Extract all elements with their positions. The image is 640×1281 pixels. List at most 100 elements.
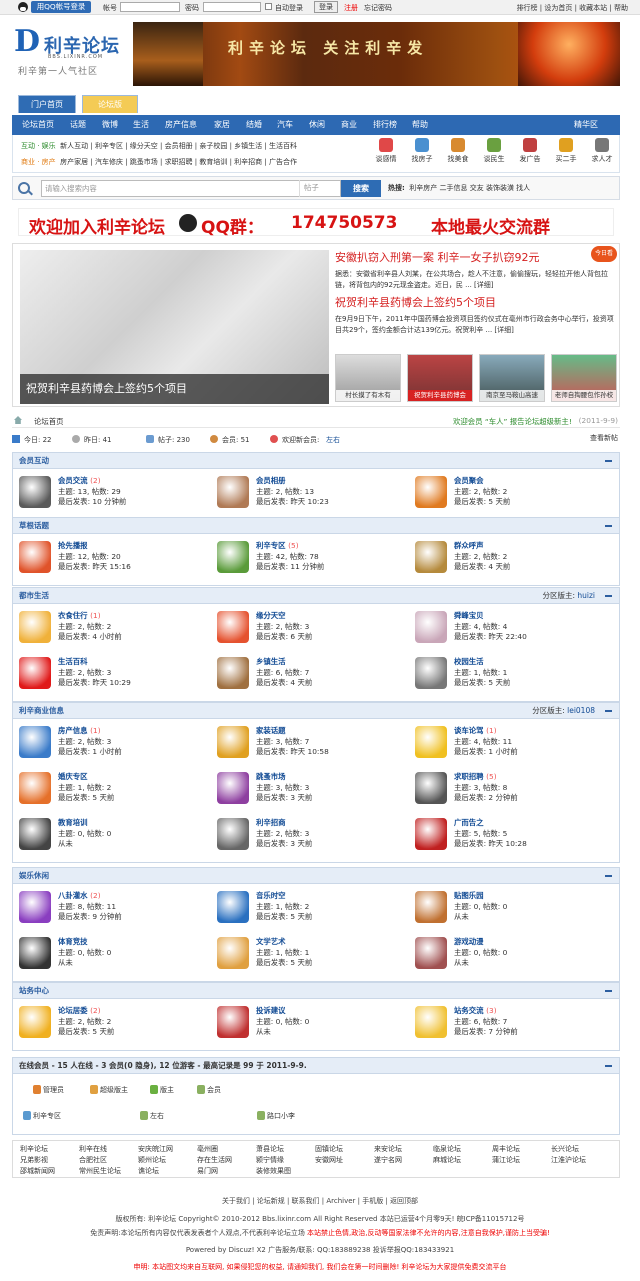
forum-last-post[interactable]: 最后发表: 10 分钟前: [58, 496, 126, 507]
forum-icon[interactable]: [217, 937, 249, 969]
forum-last-post[interactable]: 最后发表: 5 天前: [58, 792, 114, 803]
friend-link[interactable]: 麻城论坛: [433, 1155, 461, 1165]
forum-last-post[interactable]: 最后发表: 5 天前: [454, 496, 510, 507]
forum-name[interactable]: 贴图乐园: [454, 891, 484, 900]
quick-icon-item[interactable]: 发广告: [513, 138, 547, 164]
forum-icon[interactable]: [415, 891, 447, 923]
forum-icon[interactable]: [415, 657, 447, 689]
forum-item[interactable]: 八卦灌水 (2) 主题: 8, 帖数: 11 最后发表: 9 分钟前: [19, 889, 209, 929]
forum-name[interactable]: 谈车论驾: [454, 726, 484, 735]
friend-link[interactable]: 萧县论坛: [256, 1144, 284, 1154]
friend-link[interactable]: 颍州论坛: [138, 1155, 166, 1165]
forum-name[interactable]: 站务交流: [454, 1006, 484, 1015]
nav-item[interactable]: 家居: [214, 115, 230, 135]
friend-link[interactable]: 邵城新闻网: [20, 1166, 55, 1176]
nav-item[interactable]: 论坛首页: [22, 115, 54, 135]
friend-link[interactable]: 安庆皖江网: [138, 1144, 173, 1154]
forum-item[interactable]: 音乐时空 主题: 1, 帖数: 2 最后发表: 5 天前: [217, 889, 407, 929]
forum-name[interactable]: 抢先播报: [58, 541, 88, 550]
forum-last-post[interactable]: 最后发表: 昨天 10:58: [256, 746, 329, 757]
top-links[interactable]: 排行榜 | 设为首页 | 收藏本站 | 帮助: [517, 3, 628, 13]
forum-name[interactable]: 广而告之: [454, 818, 484, 827]
forum-item[interactable]: 文学艺术 主题: 1, 帖数: 1 最后发表: 5 天前: [217, 935, 407, 975]
slider-photo[interactable]: 祝贺利辛县药博会上签约5个项目: [20, 250, 329, 404]
nav-item[interactable]: 微博: [102, 115, 118, 135]
forum-icon[interactable]: [19, 772, 51, 804]
nav-item[interactable]: 帮助: [412, 115, 428, 135]
friend-link[interactable]: 遂宁名网: [374, 1155, 402, 1165]
forum-icon[interactable]: [415, 476, 447, 508]
forum-icon[interactable]: [217, 611, 249, 643]
site-logo[interactable]: D 利辛论坛 BBS.LIXINR.COM 利辛第一人气社区: [14, 26, 126, 78]
forum-icon[interactable]: [415, 611, 447, 643]
section-mod-name[interactable]: lei0108: [567, 706, 595, 715]
forum-last-post[interactable]: 最后发表: 5 天前: [256, 957, 312, 968]
forum-last-post[interactable]: 最后发表: 11 分钟前: [256, 561, 324, 572]
qq-group-banner[interactable]: 欢迎加入利辛论坛 QQ群： 174750573 本地最火交流群: [18, 208, 614, 238]
forum-last-post[interactable]: 最后发表: 1 小时前: [454, 746, 518, 757]
forum-item[interactable]: 衣食住行 (1) 主题: 2, 帖数: 2 最后发表: 4 小时前: [19, 609, 209, 649]
section-mod-name[interactable]: huizi: [577, 591, 595, 600]
collapse-icon[interactable]: [605, 990, 612, 992]
forum-last-post[interactable]: 最后发表: 5 天前: [58, 1026, 114, 1037]
friend-link[interactable]: 临泉论坛: [433, 1144, 461, 1154]
forum-last-post[interactable]: 最后发表: 5 天前: [256, 911, 312, 922]
friend-link[interactable]: 兄弟影视: [20, 1155, 48, 1165]
forum-item[interactable]: 缘分天空 主题: 2, 帖数: 3 最后发表: 6 天前: [217, 609, 407, 649]
forum-last-post[interactable]: 最后发表: 3 天前: [256, 792, 312, 803]
slider-thumb[interactable]: 村长摸了有木有: [335, 354, 401, 402]
forum-item[interactable]: 抢先播报 主题: 12, 帖数: 20 最后发表: 昨天 15:16: [19, 539, 209, 579]
forum-last-post[interactable]: 最后发表: 6 天前: [256, 631, 312, 642]
forum-icon[interactable]: [217, 476, 249, 508]
forum-item[interactable]: 谈车论驾 (1) 主题: 4, 帖数: 11 最后发表: 1 小时前: [415, 724, 605, 764]
forum-last-post[interactable]: 最后发表: 5 天前: [454, 677, 510, 688]
slider-thumb[interactable]: 南京至马鞍山高速: [479, 354, 545, 402]
forum-icon[interactable]: [217, 726, 249, 758]
forum-name[interactable]: 会员聚会: [454, 476, 484, 485]
quick-icon-item[interactable]: 谈感情: [369, 138, 403, 164]
search-button[interactable]: 搜索: [341, 180, 381, 197]
headline-1[interactable]: 安徽扒窃入刑第一案 利辛一女子扒窃92元: [335, 250, 617, 266]
forum-icon[interactable]: [19, 937, 51, 969]
forum-icon[interactable]: [415, 937, 447, 969]
collapse-icon[interactable]: [605, 1065, 612, 1067]
nav-item[interactable]: 商业: [341, 115, 357, 135]
forum-icon[interactable]: [217, 772, 249, 804]
forum-name[interactable]: 舜峰宝贝: [454, 611, 484, 620]
friend-link[interactable]: 装修效果图: [256, 1166, 291, 1176]
section-title[interactable]: 娱乐休闲: [19, 871, 49, 880]
forum-last-post[interactable]: 最后发表: 2 分钟前: [454, 792, 518, 803]
forum-name[interactable]: 衣食住行: [58, 611, 88, 620]
forum-last-post[interactable]: 最后发表: 昨天 10:29: [58, 677, 131, 688]
view-new-posts-link[interactable]: 查看新帖: [590, 433, 618, 443]
forum-item[interactable]: 会员聚会 主题: 2, 帖数: 2 最后发表: 5 天前: [415, 474, 605, 514]
forum-last-post[interactable]: 从未: [58, 957, 73, 968]
forum-name[interactable]: 教育培训: [58, 818, 88, 827]
forum-item[interactable]: 贴图乐园 主题: 0, 帖数: 0 从未: [415, 889, 605, 929]
section-title[interactable]: 会员互动: [19, 456, 49, 465]
forum-last-post[interactable]: 最后发表: 7 分钟前: [454, 1026, 518, 1037]
forum-icon[interactable]: [415, 541, 447, 573]
forum-last-post[interactable]: 最后发表: 昨天 22:40: [454, 631, 527, 642]
nav-item[interactable]: 休闲: [309, 115, 325, 135]
forum-item[interactable]: 游戏动漫 主题: 0, 帖数: 0 从未: [415, 935, 605, 975]
forum-last-post[interactable]: 最后发表: 昨天 10:28: [454, 838, 527, 849]
forum-name[interactable]: 投诉建议: [256, 1006, 286, 1015]
collapse-icon[interactable]: [605, 595, 612, 597]
forgot-password-link[interactable]: 忘记密码: [364, 3, 392, 13]
forum-icon[interactable]: [217, 1006, 249, 1038]
nav-item[interactable]: 排行榜: [373, 115, 397, 135]
friend-link[interactable]: 颍宁情缘: [256, 1155, 284, 1165]
hot-search-links[interactable]: 利辛房产 二手信息 交友 装饰装潢 找人: [409, 184, 530, 192]
quick-icon-item[interactable]: 求人才: [585, 138, 619, 164]
quick-icon-item[interactable]: 买二手: [549, 138, 583, 164]
footer-links[interactable]: 关于我们 | 论坛新规 | 联系我们 | Archiver | 手机版 | 返回…: [0, 1196, 640, 1206]
auto-login-checkbox[interactable]: [265, 3, 272, 10]
forum-last-post[interactable]: 最后发表: 4 小时前: [58, 631, 122, 642]
forum-item[interactable]: 求职招聘 (5) 主题: 3, 帖数: 8 最后发表: 2 分钟前: [415, 770, 605, 810]
forum-icon[interactable]: [415, 726, 447, 758]
forum-icon[interactable]: [217, 818, 249, 850]
qq-icon[interactable]: [18, 2, 28, 12]
forum-last-post[interactable]: 最后发表: 3 天前: [256, 838, 312, 849]
forum-name[interactable]: 婚庆专区: [58, 772, 88, 781]
